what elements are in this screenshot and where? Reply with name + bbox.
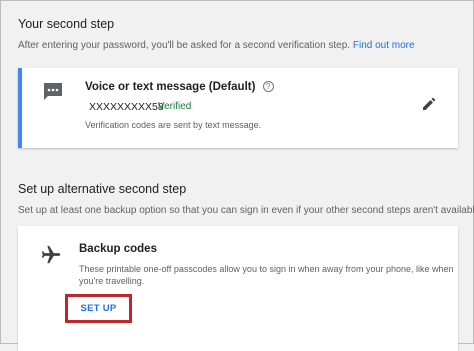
- verified-status: Verified: [158, 101, 192, 112]
- voice-text-title: Voice or text message (Default): [85, 81, 256, 93]
- second-step-description-text: After entering your password, you'll be …: [18, 40, 351, 51]
- second-step-description: After entering your password, you'll be …: [18, 40, 415, 51]
- page: Your second step After entering your pas…: [0, 0, 474, 351]
- airplane-icon: [40, 244, 62, 266]
- backup-codes-note-line-2: you're travelling.: [79, 276, 145, 286]
- backup-codes-note: These printable one-off passcodes allow …: [79, 263, 454, 287]
- backup-codes-title: Backup codes: [79, 243, 157, 255]
- voice-text-card: Voice or text message (Default) ? XXXXXX…: [18, 68, 458, 148]
- phone-number: XXXXXXXXX58: [89, 101, 164, 113]
- alternative-step-title: Set up alternative second step: [18, 182, 187, 196]
- voice-text-title-row: Voice or text message (Default) ?: [85, 81, 274, 93]
- verification-note: Verification codes are sent by text mess…: [85, 120, 262, 130]
- second-step-title: Your second step: [18, 17, 115, 31]
- alternative-step-description: Set up at least one backup option so tha…: [18, 205, 474, 216]
- backup-codes-card: Backup codes These printable one-off pas…: [18, 226, 458, 351]
- help-icon[interactable]: ?: [262, 81, 274, 92]
- find-out-more-link[interactable]: Find out more: [353, 40, 415, 51]
- set-up-button[interactable]: SET UP: [65, 294, 132, 323]
- message-icon: [42, 82, 64, 102]
- backup-codes-note-line-1: These printable one-off passcodes allow …: [79, 264, 454, 274]
- pencil-icon[interactable]: [422, 97, 436, 111]
